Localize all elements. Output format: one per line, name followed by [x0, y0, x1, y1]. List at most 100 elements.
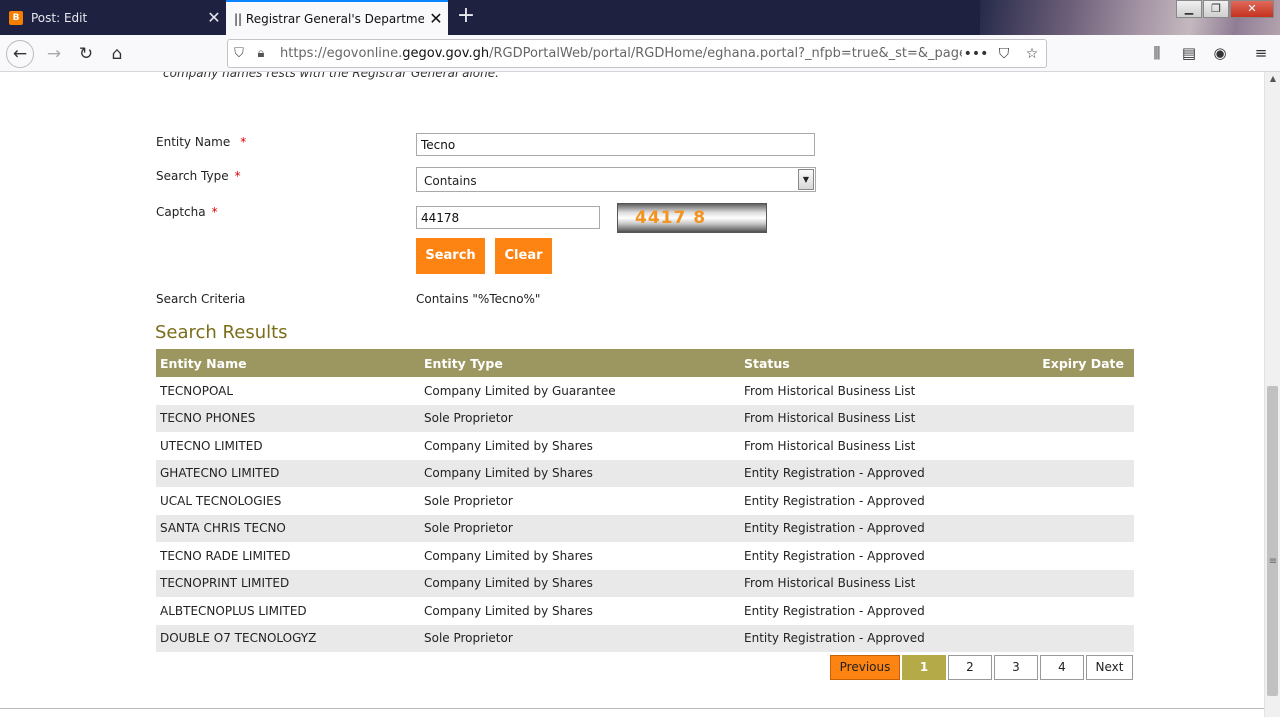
- expiry-date-cell: [1030, 542, 1134, 570]
- status-cell: From Historical Business List: [740, 569, 1030, 597]
- bookmark-star-icon[interactable]: ☆: [1018, 46, 1046, 62]
- table-row: TECNOPOAL Company Limited by Guarantee Fro…: [156, 377, 1134, 405]
- library-icon[interactable]: ⫼: [1145, 44, 1169, 64]
- table-row: TECNO RADE LIMITED Company Limited by Sha…: [156, 542, 1134, 570]
- table-row: UTECNO LIMITED Company Limited by Shares F…: [156, 432, 1134, 460]
- previous-page-button[interactable]: Previous: [830, 655, 900, 680]
- reload-icon[interactable]: ↻: [72, 40, 100, 68]
- entity-type-cell: Sole Proprietor: [424, 493, 513, 508]
- url-prefix: https://egovonline.: [280, 46, 403, 61]
- entity-name-cell: SANTA CHRIS TECNO: [156, 514, 420, 542]
- expiry-date-cell: [1030, 404, 1134, 432]
- captcha-input[interactable]: 44178: [416, 206, 600, 229]
- url-bar[interactable]: ⛉ 🔒︎ https://egovonline.gegov.gov.gh/RGD…: [227, 39, 1047, 68]
- pocket-icon[interactable]: ⛉: [990, 46, 1018, 62]
- table-row: TECNOPRINT LIMITED Company Limited by Sha…: [156, 569, 1134, 597]
- close-tab-icon[interactable]: ✕: [202, 8, 226, 27]
- scroll-up-icon[interactable]: ▲: [1265, 74, 1280, 83]
- status-cell: From Historical Business List: [744, 438, 916, 453]
- status-cell: Entity Registration - Approved: [744, 603, 925, 618]
- search-criteria-value: Contains "%Tecno%": [416, 292, 541, 306]
- table-header-row: Entity Name Entity Type Status Expiry Da…: [156, 349, 1134, 377]
- minimize-icon[interactable]: ▁: [1176, 0, 1202, 18]
- blogger-icon: B: [9, 10, 23, 25]
- search-type-label: Search Type *: [156, 169, 241, 183]
- menu-icon[interactable]: ≡: [1249, 44, 1273, 64]
- tab-strip: B Post: Edit ✕ || Registrar General's De…: [0, 0, 1280, 35]
- status-cell: Entity Registration - Approved: [740, 624, 1030, 652]
- page-content: company names rests with the Registrar G…: [0, 72, 1264, 717]
- window-controls: ▁ ❐ ✕: [1175, 0, 1274, 20]
- footer-divider: [0, 708, 1264, 709]
- required-mark: *: [240, 135, 247, 149]
- account-icon[interactable]: ◉: [1208, 44, 1232, 64]
- page-button-4[interactable]: 4: [1040, 655, 1084, 680]
- home-icon[interactable]: ⌂: [103, 40, 131, 68]
- entity-type-cell: Sole Proprietor: [420, 514, 740, 542]
- label-text: Search Type: [156, 169, 229, 183]
- back-icon[interactable]: ←: [6, 40, 34, 68]
- search-type-select[interactable]: Contains ▼: [416, 167, 816, 192]
- url-domain: gegov.gov.gh: [402, 46, 490, 61]
- search-criteria-label: Search Criteria: [156, 292, 246, 306]
- scrollbar-thumb[interactable]: [1267, 386, 1278, 696]
- clear-button[interactable]: Clear: [495, 238, 552, 274]
- scrollbar-grip-icon: ≡: [1268, 556, 1278, 567]
- captcha-image: 4417 8: [617, 203, 767, 233]
- table-row: GHATECNO LIMITED Company Limited by Share…: [156, 459, 1134, 487]
- entity-name-cell: UCAL TECNOLOGIES: [160, 493, 282, 508]
- tab-registrar[interactable]: || Registrar General's Department || ✕: [226, 0, 448, 35]
- expiry-date-cell: [1030, 514, 1134, 542]
- results-title: Search Results: [155, 322, 288, 343]
- expiry-date-cell: [1030, 487, 1134, 515]
- new-tab-icon[interactable]: +: [452, 4, 480, 30]
- entity-type-cell: Company Limited by Shares: [420, 459, 740, 487]
- page-button-2[interactable]: 2: [948, 655, 992, 680]
- restore-icon[interactable]: ❐: [1203, 0, 1229, 18]
- close-window-icon[interactable]: ✕: [1230, 0, 1274, 18]
- close-tab-icon[interactable]: ✕: [424, 9, 448, 28]
- expiry-date-cell: [1030, 459, 1134, 487]
- dropdown-arrow-icon[interactable]: ▼: [798, 169, 814, 190]
- tab-post-edit[interactable]: B Post: Edit ✕: [0, 0, 226, 35]
- tab-title: Post: Edit: [31, 10, 88, 25]
- page-button-3[interactable]: 3: [994, 655, 1038, 680]
- status-cell: Entity Registration - Approved: [744, 548, 925, 563]
- entity-name-cell: TECNOPRINT LIMITED: [156, 569, 420, 597]
- url-path: /RGDPortalWeb/portal/RGDHome/eghana.port…: [489, 46, 962, 61]
- entity-type-cell: Company Limited by Guarantee: [424, 383, 616, 398]
- entity-name-input[interactable]: Tecno: [416, 133, 815, 156]
- table-row: DOUBLE O7 TECNOLOGYZ Sole Proprietor Entit…: [156, 624, 1134, 652]
- entity-name-cell: UTECNO LIMITED: [160, 438, 263, 453]
- search-type-value: Contains: [424, 174, 477, 188]
- next-page-button[interactable]: Next: [1086, 655, 1133, 680]
- table-row: TECNO PHONES Sole Proprietor From Historic…: [156, 404, 1134, 432]
- url-text[interactable]: https://egovonline.gegov.gov.gh/RGDPorta…: [272, 46, 962, 61]
- entity-type-cell: Company Limited by Shares: [424, 603, 593, 618]
- vertical-scrollbar[interactable]: ▲ ≡: [1264, 72, 1280, 717]
- status-cell: Entity Registration - Approved: [740, 459, 1030, 487]
- status-cell: Entity Registration - Approved: [744, 493, 925, 508]
- shield-icon[interactable]: ⛉: [228, 46, 250, 61]
- tab-title: || Registrar General's Department ||: [234, 11, 424, 26]
- forward-icon[interactable]: →: [40, 40, 68, 68]
- sidebar-icon[interactable]: ▤: [1177, 44, 1201, 64]
- label-text: Captcha: [156, 205, 206, 219]
- entity-type-cell: Company Limited by Shares: [424, 548, 593, 563]
- entity-name-cell: GHATECNO LIMITED: [156, 459, 420, 487]
- captcha-label: Captcha *: [156, 205, 218, 219]
- status-cell: From Historical Business List: [740, 404, 1030, 432]
- search-button[interactable]: Search: [416, 238, 485, 274]
- captcha-image-text: 4417 8: [635, 208, 707, 228]
- required-mark: *: [234, 169, 241, 183]
- label-text: Entity Name: [156, 135, 231, 149]
- entity-name-cell: TECNO RADE LIMITED: [160, 548, 291, 563]
- status-cell: Entity Registration - Approved: [740, 514, 1030, 542]
- more-actions-icon[interactable]: •••: [962, 46, 990, 62]
- entity-type-cell: Company Limited by Shares: [420, 569, 740, 597]
- page-button-1[interactable]: 1: [902, 655, 946, 680]
- expiry-date-cell: [1030, 432, 1134, 460]
- entity-name-cell: TECNO PHONES: [156, 404, 420, 432]
- expiry-date-cell: [1030, 377, 1134, 405]
- lock-icon[interactable]: 🔒︎: [250, 46, 272, 61]
